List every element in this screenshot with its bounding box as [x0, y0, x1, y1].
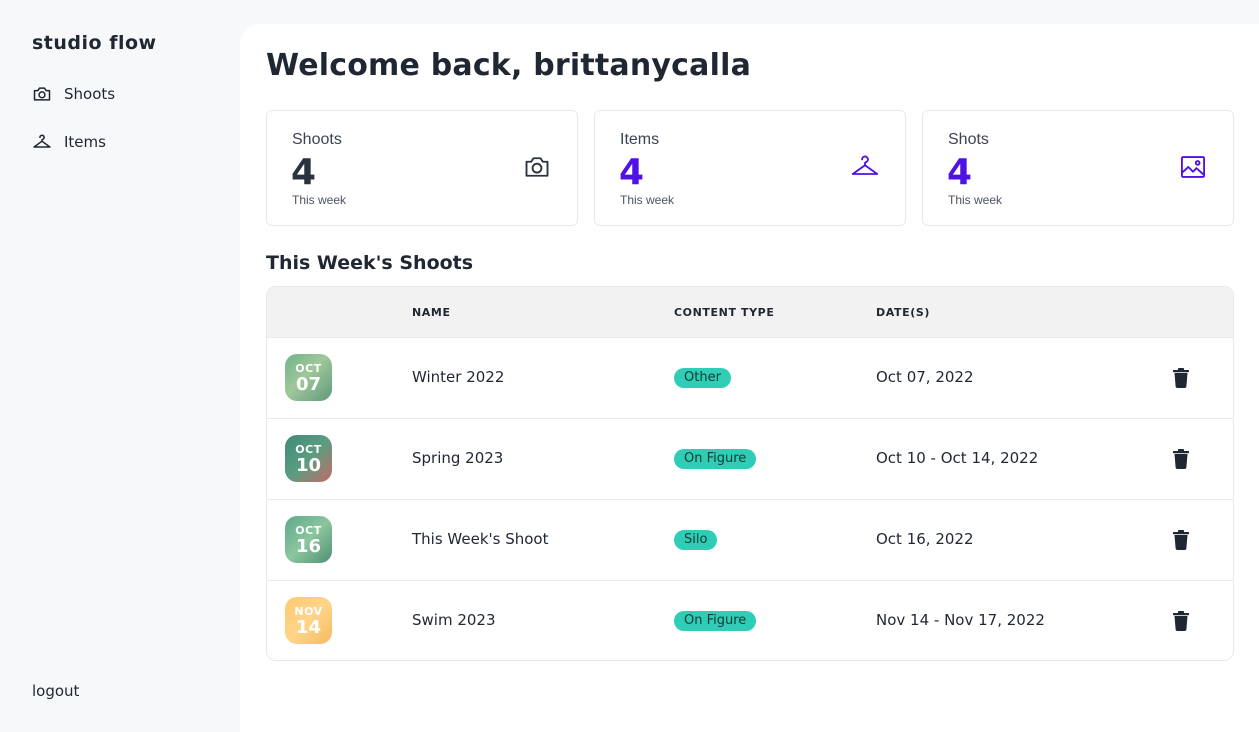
content-type-badge: Silo: [674, 530, 718, 550]
app: studio flow Shoots Items logout Welcome …: [0, 0, 1259, 732]
shoot-dates: Oct 16, 2022: [876, 530, 974, 548]
trash-icon[interactable]: [1172, 611, 1190, 631]
date-badge-day: 10: [295, 455, 322, 476]
stat-value: 4: [947, 152, 973, 193]
date-badge: OCT 10: [285, 435, 332, 482]
hanger-icon: [851, 155, 879, 175]
date-badge-day: 14: [295, 617, 322, 638]
stat-subtitle: This week: [948, 193, 1003, 207]
section-title: This Week's Shoots: [266, 252, 474, 274]
shoot-name[interactable]: This Week's Shoot: [412, 530, 549, 548]
table-row[interactable]: NOV 14 Swim 2023 On Figure Nov 14 - Nov …: [267, 580, 1233, 660]
sidebar-item-label: Shoots: [64, 85, 116, 103]
date-badge: NOV 14: [285, 597, 332, 644]
stat-subtitle: This week: [620, 193, 675, 207]
camera-icon: [525, 157, 549, 177]
trash-icon[interactable]: [1172, 368, 1190, 388]
page-title: Welcome back, brittanycalla: [266, 48, 752, 83]
stat-label: Shots: [948, 131, 989, 148]
sidebar: studio flow Shoots Items logout: [0, 0, 240, 732]
camera-icon: [33, 87, 51, 101]
sidebar-item-items[interactable]: Items: [32, 130, 106, 154]
stat-card-shots: Shots 4 This week: [922, 110, 1234, 226]
stat-value: 4: [291, 152, 317, 193]
shoot-name[interactable]: Winter 2022: [412, 368, 504, 386]
content-type-badge: On Figure: [674, 611, 757, 631]
table-row[interactable]: OCT 16 This Week's Shoot Silo Oct 16, 20…: [267, 499, 1233, 580]
content-type-badge: On Figure: [674, 449, 757, 469]
stat-label: Items: [620, 131, 660, 148]
brand-logo[interactable]: studio flow: [32, 32, 157, 54]
content-type-badge: Other: [674, 368, 731, 388]
date-badge: OCT 16: [285, 516, 332, 563]
stat-value: 4: [619, 152, 645, 193]
stat-card-shoots: Shoots 4 This week: [266, 110, 578, 226]
main-panel: Welcome back, brittanycalla Shoots 4 Thi…: [240, 24, 1259, 732]
date-badge: OCT 07: [285, 354, 332, 401]
image-icon: [1180, 156, 1206, 178]
stat-label: Shoots: [292, 131, 342, 148]
logout-link[interactable]: logout: [32, 682, 79, 700]
shoot-name[interactable]: Spring 2023: [412, 449, 503, 467]
hanger-icon: [33, 134, 51, 148]
shoots-table: NAME CONTENT TYPE DATE(S) OCT 07 Winter …: [266, 286, 1234, 661]
shoot-dates: Nov 14 - Nov 17, 2022: [876, 611, 1045, 629]
sidebar-item-label: Items: [64, 133, 106, 151]
column-header-name[interactable]: NAME: [412, 306, 451, 319]
column-header-content-type[interactable]: CONTENT TYPE: [674, 306, 774, 319]
shoot-name[interactable]: Swim 2023: [412, 611, 496, 629]
stat-card-items: Items 4 This week: [594, 110, 906, 226]
trash-icon[interactable]: [1172, 530, 1190, 550]
table-row[interactable]: OCT 07 Winter 2022 Other Oct 07, 2022: [267, 337, 1233, 418]
date-badge-day: 07: [295, 374, 322, 395]
shoot-dates: Oct 10 - Oct 14, 2022: [876, 449, 1039, 467]
column-header-dates[interactable]: DATE(S): [876, 306, 930, 319]
table-row[interactable]: OCT 10 Spring 2023 On Figure Oct 10 - Oc…: [267, 418, 1233, 499]
stat-subtitle: This week: [292, 193, 347, 207]
date-badge-day: 16: [295, 536, 322, 557]
trash-icon[interactable]: [1172, 449, 1190, 469]
shoot-dates: Oct 07, 2022: [876, 368, 974, 386]
sidebar-item-shoots[interactable]: Shoots: [32, 82, 115, 106]
table-header: NAME CONTENT TYPE DATE(S): [267, 287, 1233, 337]
